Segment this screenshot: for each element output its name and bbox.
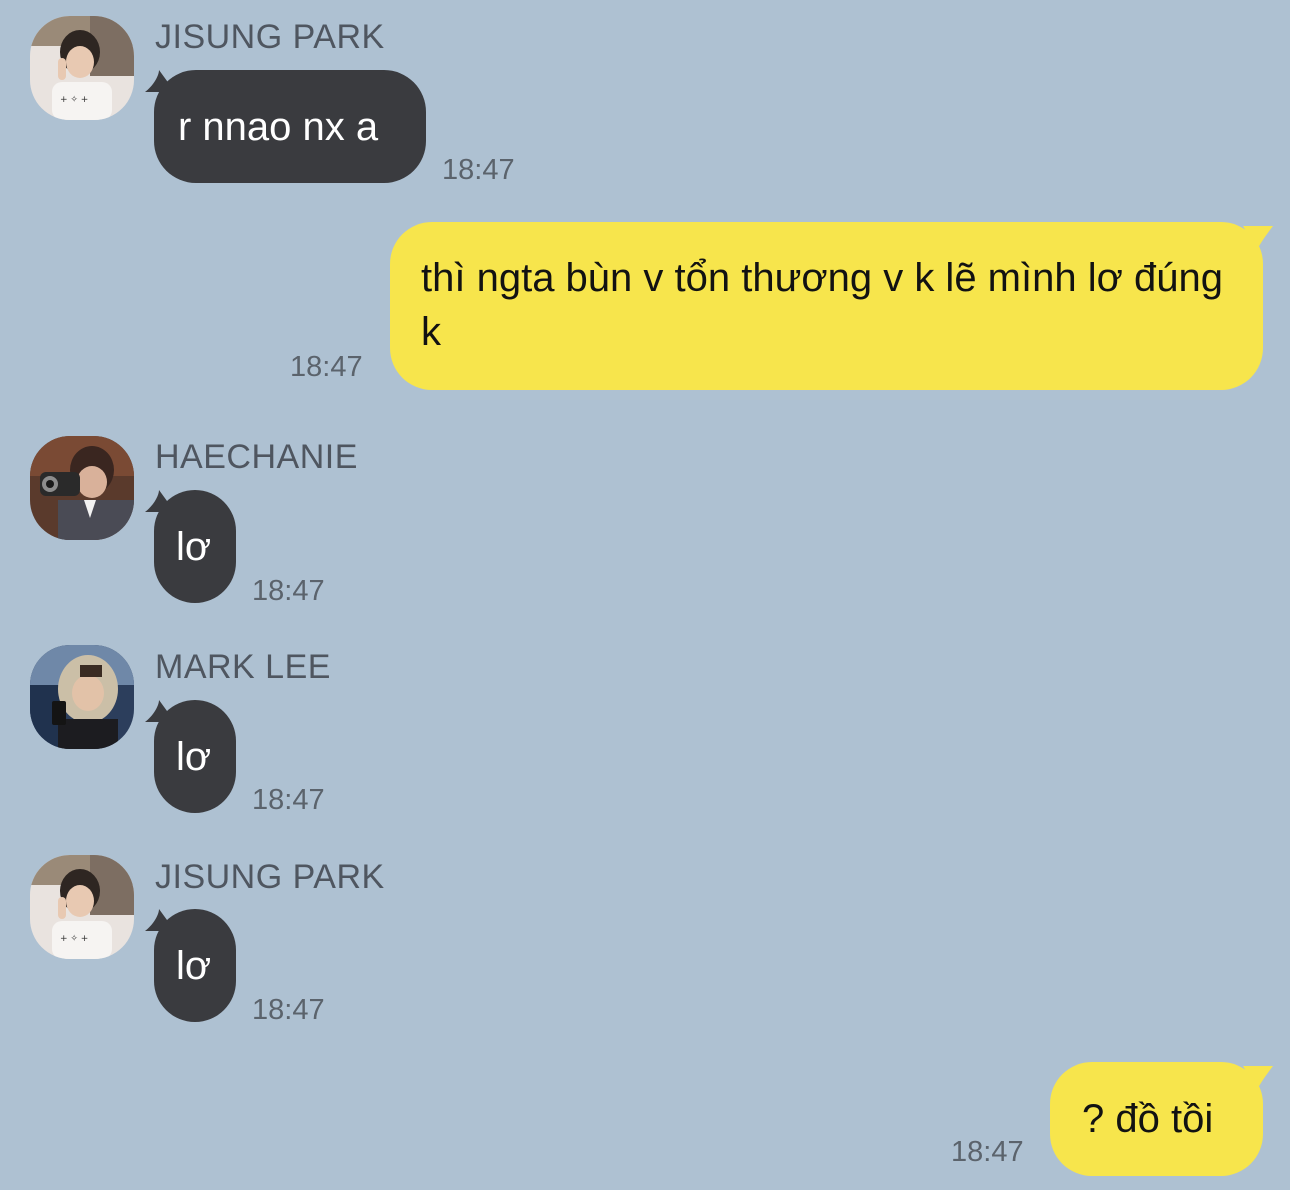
message-text: lơ — [176, 944, 212, 988]
message-text: ? đồ tồi — [1082, 1097, 1214, 1141]
message-bubble[interactable]: ? đồ tồi — [1050, 1062, 1263, 1176]
message-bubble[interactable]: r nnao nx a — [154, 70, 426, 183]
message-time: 18:47 — [252, 575, 325, 607]
message-time: 18:47 — [252, 784, 325, 816]
sender-name: HAECHANIE — [155, 438, 358, 476]
svg-text:+ ✧ +: + ✧ + — [60, 95, 88, 105]
message-text: r nnao nx a — [178, 105, 379, 149]
avatar-photo-icon: + ✧ + — [30, 855, 134, 959]
message-time: 18:47 — [290, 351, 363, 383]
message-bubble[interactable]: lơ — [154, 700, 236, 813]
sender-name: JISUNG PARK — [155, 18, 385, 56]
message-time: 18:47 — [442, 154, 515, 186]
sender-avatar-mark[interactable] — [30, 645, 134, 749]
message-time: 18:47 — [951, 1136, 1024, 1168]
message-bubble[interactable]: lơ — [154, 490, 236, 603]
message-time: 18:47 — [252, 994, 325, 1026]
avatar-photo-icon — [30, 436, 134, 540]
message-bubble[interactable]: thì ngta bùn v tổn thương v k lẽ mình lơ… — [390, 222, 1263, 390]
avatar-photo-icon: + ✧ + — [30, 16, 134, 120]
sender-avatar-jisung[interactable]: + ✧ + — [30, 16, 134, 120]
message-text: lơ — [176, 525, 212, 569]
avatar-photo-icon — [30, 645, 134, 749]
message-text: thì ngta bùn v tổn thương v k lẽ mình lơ… — [421, 256, 1223, 354]
sender-name: MARK LEE — [155, 648, 331, 686]
sender-avatar-haechan[interactable] — [30, 436, 134, 540]
message-bubble[interactable]: lơ — [154, 909, 236, 1022]
sender-name: JISUNG PARK — [155, 858, 385, 896]
svg-text:+ ✧ +: + ✧ + — [60, 934, 88, 944]
message-text: lơ — [176, 735, 212, 779]
sender-avatar-jisung[interactable]: + ✧ + — [30, 855, 134, 959]
